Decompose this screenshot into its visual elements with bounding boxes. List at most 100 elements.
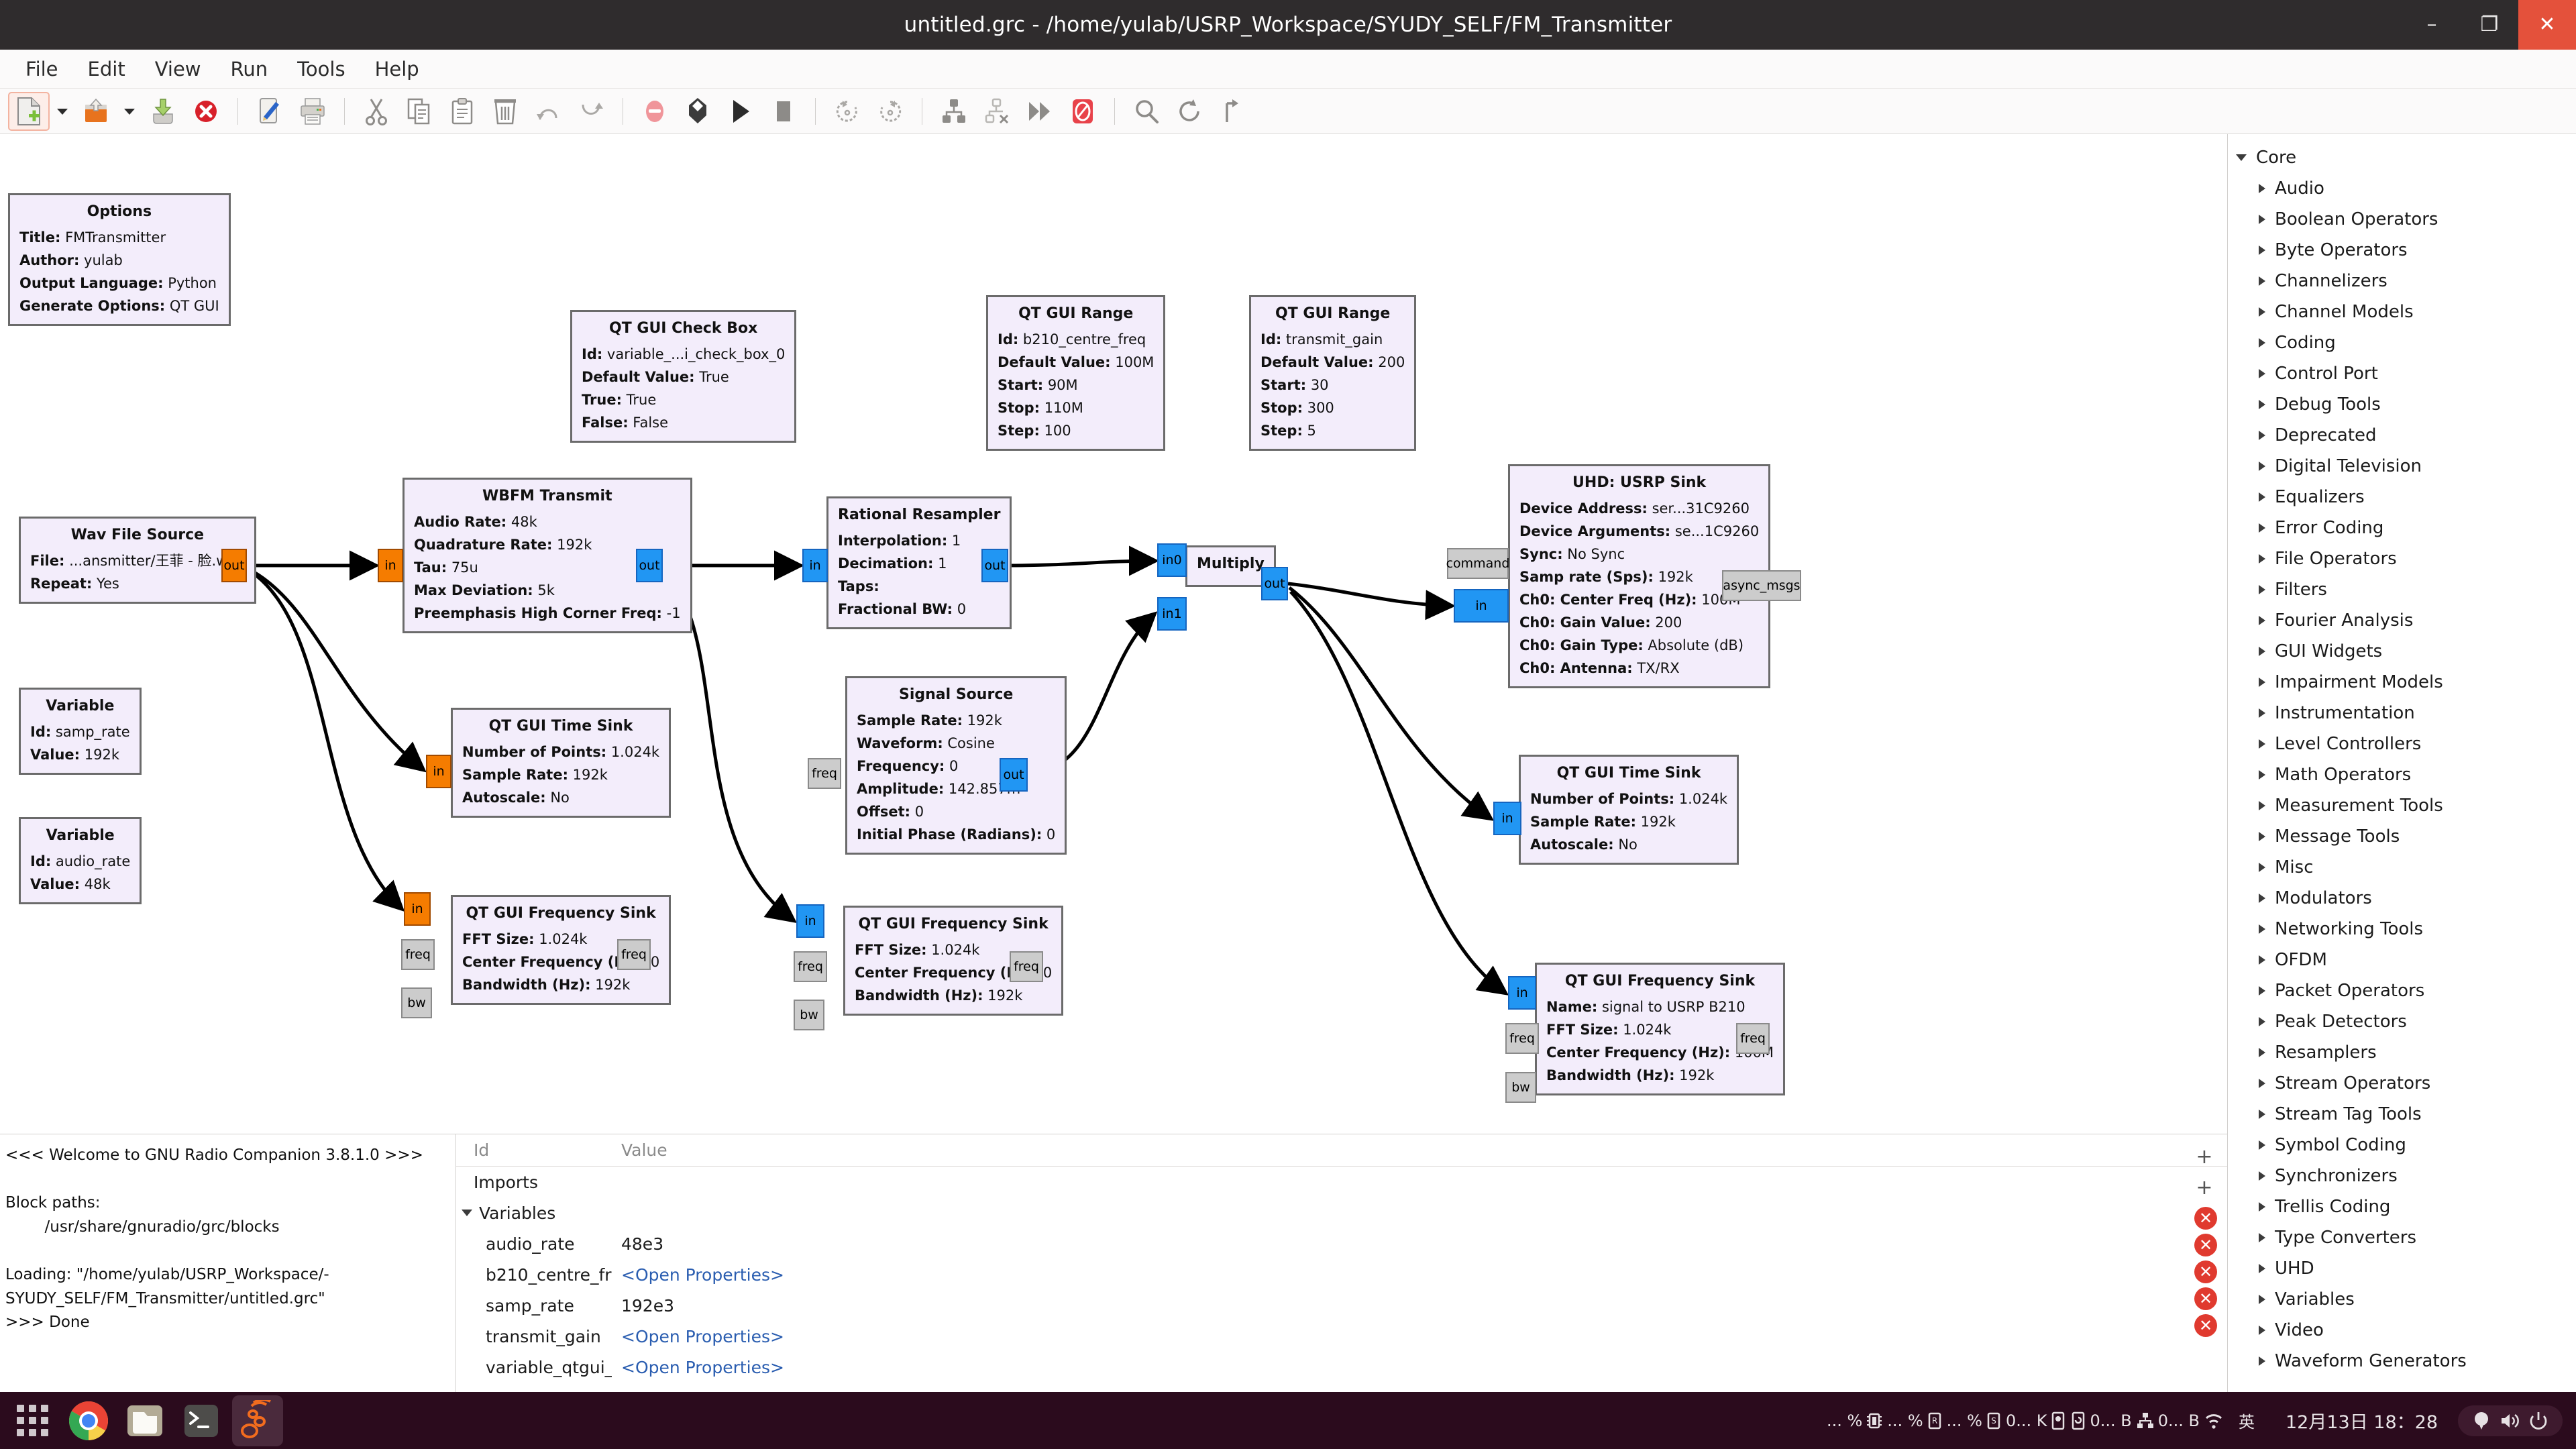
edit-properties-button[interactable]: [249, 92, 290, 131]
clock[interactable]: 12月13日 18：28: [2269, 1407, 2454, 1434]
sidebar-item-file-operators[interactable]: File Operators: [2228, 543, 2576, 574]
find-block-button[interactable]: [1126, 92, 1167, 131]
freq-sink-left-in[interactable]: in: [404, 892, 431, 926]
sidebar-item-variables[interactable]: Variables: [2228, 1284, 2576, 1315]
freq-sink-mid-freq-out[interactable]: freq: [1010, 951, 1043, 982]
sidebar-item-message-tools[interactable]: Message Tools: [2228, 821, 2576, 852]
ram-indicator[interactable]: ... % R: [1887, 1411, 1942, 1431]
flowgraph-block-variable_audio_rate[interactable]: Variable Id: audio_rate Value: 48k: [19, 817, 142, 904]
rotate-cw-button[interactable]: [869, 92, 911, 131]
undo-button[interactable]: [527, 92, 569, 131]
chevron-right-icon[interactable]: [2259, 554, 2265, 564]
signal-source-freq[interactable]: freq: [808, 758, 841, 789]
rational-resampler-out[interactable]: out: [981, 549, 1008, 582]
chevron-right-icon[interactable]: [2259, 1233, 2265, 1242]
flowgraph-block-qtgui_time_sink_left[interactable]: QT GUI Time Sink Number of Points: 1.024k…: [451, 708, 672, 818]
variables-row[interactable]: b210_centre_freq<Open Properties>: [456, 1259, 2227, 1290]
chevron-right-icon[interactable]: [2259, 276, 2265, 286]
chevron-right-icon[interactable]: [2259, 739, 2265, 749]
flowgraph-block-qtgui_range_transmit_gain[interactable]: QT GUI Range Id: transmit_gain Default Val…: [1249, 295, 1417, 451]
chevron-right-icon[interactable]: [2259, 1140, 2265, 1150]
chevron-right-icon[interactable]: [2259, 1017, 2265, 1026]
remove-hier-button[interactable]: [976, 92, 1018, 131]
system-menu[interactable]: [2458, 1405, 2563, 1436]
freq-sink-right-freq-out[interactable]: freq: [1736, 1023, 1770, 1054]
execute-flowgraph-button[interactable]: [720, 92, 761, 131]
wbfm-transmit-out[interactable]: out: [636, 549, 663, 582]
sidebar-item-digital-television[interactable]: Digital Television: [2228, 451, 2576, 482]
remove-row-button-3[interactable]: ✕: [2194, 1260, 2217, 1283]
chevron-right-icon[interactable]: [2259, 307, 2265, 317]
sidebar-item-coding[interactable]: Coding: [2228, 327, 2576, 358]
create-hier-button[interactable]: [933, 92, 975, 131]
remove-row-button-1[interactable]: ✕: [2194, 1207, 2217, 1230]
redo-button[interactable]: [570, 92, 612, 131]
sidebar-item-stream-tag-tools[interactable]: Stream Tag Tools: [2228, 1099, 2576, 1130]
chevron-down-icon[interactable]: [462, 1210, 472, 1216]
flowgraph-canvas[interactable]: Options Title: FMTransmitter Author: yulab…: [0, 134, 2227, 1134]
swap-indicator[interactable]: ... % S: [1947, 1411, 2002, 1431]
toggle-errors-button[interactable]: [1062, 92, 1104, 131]
sidebar-item-modulators[interactable]: Modulators: [2228, 883, 2576, 914]
sidebar-item-resamplers[interactable]: Resamplers: [2228, 1037, 2576, 1068]
sidebar-item-boolean-operators[interactable]: Boolean Operators: [2228, 204, 2576, 235]
chevron-right-icon[interactable]: [2259, 1110, 2265, 1119]
cpu-indicator[interactable]: ... %: [1827, 1411, 1883, 1431]
freq-sink-right-in[interactable]: in: [1508, 976, 1536, 1010]
chevron-right-icon[interactable]: [2259, 431, 2265, 440]
chevron-right-icon[interactable]: [2259, 986, 2265, 996]
sidebar-item-instrumentation[interactable]: Instrumentation: [2228, 698, 2576, 729]
minimize-button[interactable]: –: [2403, 0, 2461, 50]
terminal-launcher[interactable]: [176, 1395, 227, 1446]
sidebar-item-channelizers[interactable]: Channelizers: [2228, 266, 2576, 297]
block-library-sidebar[interactable]: Core Audio Boolean Operators Byte Operator…: [2227, 134, 2576, 1392]
sidebar-item-packet-operators[interactable]: Packet Operators: [2228, 975, 2576, 1006]
chevron-right-icon[interactable]: [2259, 246, 2265, 255]
chevron-right-icon[interactable]: [2259, 678, 2265, 687]
sidebar-item-misc[interactable]: Misc: [2228, 852, 2576, 883]
variables-row[interactable]: audio_rate 48e3: [456, 1228, 2227, 1259]
paste-button[interactable]: [441, 92, 483, 131]
open-in-editor-button[interactable]: [1212, 92, 1253, 131]
freq-sink-mid-in[interactable]: in: [796, 904, 824, 938]
chevron-right-icon[interactable]: [2259, 338, 2265, 347]
show-applications-button[interactable]: [7, 1395, 58, 1446]
chevron-right-icon[interactable]: [2259, 863, 2265, 872]
sidebar-item-control-port[interactable]: Control Port: [2228, 358, 2576, 389]
freq-sink-mid-bw-in[interactable]: bw: [794, 1000, 824, 1030]
delete-button[interactable]: [484, 92, 526, 131]
variables-row[interactable]: samp_rate 192e3: [456, 1290, 2227, 1321]
chevron-right-icon[interactable]: [2259, 1326, 2265, 1335]
chevron-right-icon[interactable]: [2259, 955, 2265, 965]
variables-row[interactable]: Imports: [456, 1167, 2227, 1197]
chevron-right-icon[interactable]: [2259, 616, 2265, 625]
chevron-right-icon[interactable]: [2259, 462, 2265, 471]
chevron-right-icon[interactable]: [2259, 708, 2265, 718]
usrp-sink-async-msgs[interactable]: async_msgs: [1722, 570, 1801, 601]
add-import-button[interactable]: +: [2191, 1172, 2218, 1203]
variables-row[interactable]: transmit_gain <Open Properties>: [456, 1321, 2227, 1352]
freq-sink-left-bw-in[interactable]: bw: [401, 987, 432, 1018]
usrp-sink-command[interactable]: command: [1446, 548, 1509, 579]
sidebar-item-impairment-models[interactable]: Impairment Models: [2228, 667, 2576, 698]
chevron-right-icon[interactable]: [2259, 215, 2265, 224]
sidebar-item-synchronizers[interactable]: Synchronizers: [2228, 1161, 2576, 1191]
disable-block-button[interactable]: [634, 92, 676, 131]
chevron-right-icon[interactable]: [2259, 770, 2265, 780]
chevron-right-icon[interactable]: [2259, 1171, 2265, 1181]
menu-file[interactable]: File: [11, 54, 73, 85]
chevron-right-icon[interactable]: [2259, 184, 2265, 193]
sidebar-item-uhd[interactable]: UHD: [2228, 1253, 2576, 1284]
usrp-sink-in[interactable]: in: [1454, 589, 1509, 623]
freq-sink-right-bw-in[interactable]: bw: [1505, 1072, 1536, 1103]
flowgraph-block-options[interactable]: Options Title: FMTransmitter Author: yulab…: [8, 193, 231, 326]
sidebar-item-debug-tools[interactable]: Debug Tools: [2228, 389, 2576, 420]
wbfm-transmit-in[interactable]: in: [378, 549, 403, 582]
flowgraph-block-wav_file_source[interactable]: Wav File Source File: ...ansmitter/王菲 - 脸…: [19, 517, 256, 604]
sidebar-item-measurement-tools[interactable]: Measurement Tools: [2228, 790, 2576, 821]
net-down-indicator[interactable]: 0... B: [2136, 1411, 2200, 1431]
chevron-right-icon[interactable]: [2259, 801, 2265, 810]
menu-help[interactable]: Help: [360, 54, 434, 85]
variables-row[interactable]: Variables: [456, 1197, 2227, 1228]
chevron-right-icon[interactable]: [2259, 1048, 2265, 1057]
